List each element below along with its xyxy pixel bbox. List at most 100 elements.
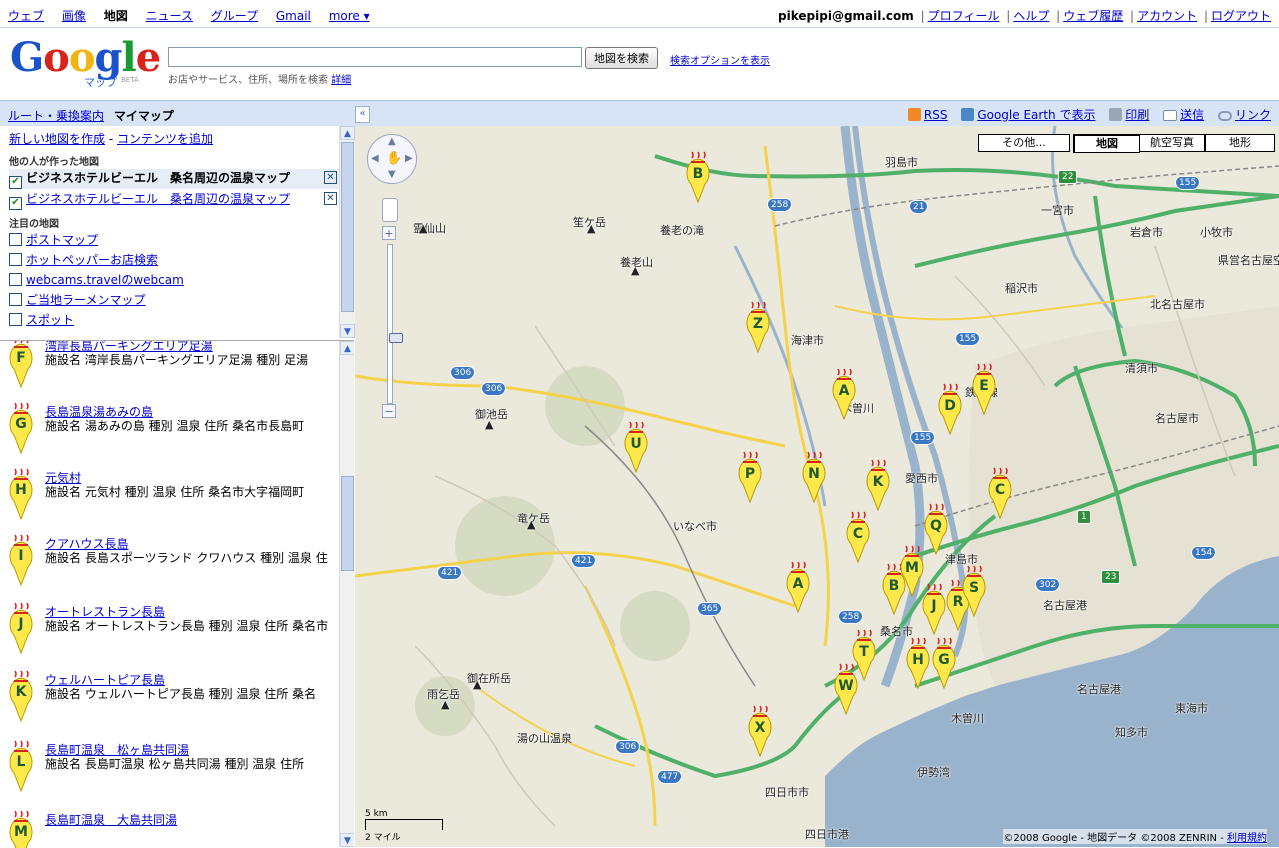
pan-right-icon[interactable]: ▶	[405, 153, 413, 164]
pan-left-icon[interactable]: ◀	[371, 153, 379, 164]
maptype-terrain-button[interactable]: 地形	[1205, 134, 1275, 152]
scroll-up-arrow[interactable]: ▲	[340, 126, 355, 140]
google-earth-tool[interactable]: Google Earth で表示	[961, 108, 1095, 122]
add-content-link[interactable]: コンテンツを追加	[117, 132, 213, 146]
hot-spring-pin[interactable]: W	[833, 656, 859, 716]
terms-link[interactable]: 利用規約	[1227, 833, 1267, 844]
web-history-link[interactable]: ウェブ履歴	[1063, 9, 1123, 23]
hand-icon[interactable]: ✋	[386, 151, 402, 166]
map-checkbox[interactable]	[9, 293, 22, 306]
map-checkbox[interactable]	[9, 233, 22, 246]
hot-spring-pin[interactable]: E	[971, 356, 997, 416]
others-map-title[interactable]: ビジネスホテルビーエル 桑名周辺の温泉マップ	[26, 171, 290, 185]
account-link[interactable]: アカウント	[1137, 9, 1197, 23]
hot-spring-pin[interactable]: N	[801, 444, 827, 504]
map-canvas[interactable]: その他... 地図 航空写真 地形 ▲ ▼ ◀ ▶ ✋ + − 羽島市 一宮市 岩倉…	[355, 126, 1279, 847]
rss-tool[interactable]: RSS	[907, 108, 948, 122]
google-maps-logo[interactable]: Google マップ BETA	[8, 34, 163, 90]
hot-spring-marker-icon[interactable]: J	[8, 595, 34, 655]
tab-route[interactable]: ルート・乗換案内	[8, 109, 104, 123]
nav-more[interactable]: more ▾	[329, 9, 370, 23]
link-tool[interactable]: リンク	[1217, 108, 1271, 122]
nav-web[interactable]: ウェブ	[8, 9, 44, 23]
featured-map-row[interactable]: スポット	[9, 311, 74, 328]
hot-spring-pin[interactable]: Q	[923, 496, 949, 556]
nav-gmail[interactable]: Gmail	[276, 9, 311, 23]
send-tool[interactable]: 送信	[1163, 108, 1204, 122]
hot-spring-pin[interactable]: J	[921, 576, 947, 636]
list-item[interactable]: H 元気村 施設名 元気村 種別 温泉 住所 桑名市大字福岡町	[0, 461, 340, 531]
hot-spring-pin[interactable]: U	[623, 414, 649, 474]
map-checkbox[interactable]: ✔	[9, 197, 22, 210]
hot-spring-pin[interactable]: S	[961, 558, 987, 618]
zoom-out-button[interactable]: −	[382, 404, 396, 418]
panel-scrollbar[interactable]: ▲ ▼	[339, 126, 355, 338]
list-item[interactable]: F 湾岸長島パーキングエリア足湯 施設名 湾岸長島パーキングエリア足湯 種別 足湯	[0, 340, 340, 399]
hot-spring-pin[interactable]: P	[737, 444, 763, 504]
tab-mymap[interactable]: マイマップ	[114, 109, 174, 123]
collapse-sidebar-button[interactable]: «	[355, 106, 370, 123]
hot-spring-pin[interactable]: A	[831, 361, 857, 421]
search-hint-detail-link[interactable]: 詳細	[331, 75, 351, 86]
nav-news[interactable]: ニュース	[146, 9, 193, 23]
hot-spring-pin[interactable]: G	[931, 630, 957, 690]
hot-spring-pin[interactable]: C	[987, 460, 1013, 520]
search-options-link[interactable]: 検索オプションを表示	[670, 52, 770, 67]
remove-map-button[interactable]: ✕	[324, 171, 337, 184]
hot-spring-marker-icon[interactable]: I	[8, 527, 34, 587]
map-checkbox[interactable]	[9, 273, 22, 286]
list-item[interactable]: K ウェルハートピア長島 施設名 ウェルハートピア長島 種別 温泉 住所 桑名	[0, 663, 340, 733]
zoom-control[interactable]: + −	[382, 226, 403, 424]
pan-down-icon[interactable]: ▼	[388, 169, 396, 180]
scroll-down-arrow[interactable]: ▼	[340, 324, 355, 338]
featured-map-row[interactable]: ポストマップ	[9, 231, 98, 248]
pegman-icon[interactable]	[382, 198, 398, 222]
featured-map-row[interactable]: ホットペッパーお店検索	[9, 251, 158, 268]
hot-spring-pin[interactable]: X	[747, 698, 773, 758]
others-map-title[interactable]: ビジネスホテルビーエル 桑名周辺の温泉マップ	[26, 192, 290, 206]
scroll-up-arrow[interactable]: ▲	[340, 341, 354, 355]
map-checkbox[interactable]: ✔	[9, 176, 22, 189]
profile-link[interactable]: プロフィール	[928, 9, 1000, 23]
list-item[interactable]: J オートレストラン長島 施設名 オートレストラン長島 種別 温泉 住所 桑名市	[0, 595, 340, 665]
zoom-slider-handle[interactable]	[389, 333, 403, 343]
zoom-in-button[interactable]: +	[382, 226, 396, 240]
hot-spring-pin[interactable]: H	[905, 630, 931, 690]
remove-map-button[interactable]: ✕	[324, 192, 337, 205]
scroll-down-arrow[interactable]: ▼	[340, 833, 354, 847]
nav-images[interactable]: 画像	[62, 9, 86, 23]
hot-spring-pin[interactable]: K	[865, 452, 891, 512]
pan-control[interactable]: ▲ ▼ ◀ ▶ ✋	[367, 134, 417, 184]
logout-link[interactable]: ログアウト	[1211, 9, 1271, 23]
hot-spring-pin[interactable]: C	[845, 504, 871, 564]
featured-map-row[interactable]: webcams.travelのwebcam	[9, 271, 184, 288]
hot-spring-pin[interactable]: B	[685, 144, 711, 204]
print-tool[interactable]: 印刷	[1109, 108, 1149, 122]
search-input[interactable]	[168, 47, 582, 67]
hot-spring-marker-icon[interactable]: H	[8, 461, 34, 521]
scroll-thumb[interactable]	[341, 142, 354, 312]
featured-map-row[interactable]: ご当地ラーメンマップ	[9, 291, 146, 308]
list-item-title[interactable]: 長島町温泉 大島共同湯	[45, 811, 177, 828]
hot-spring-marker-icon[interactable]: G	[8, 395, 34, 455]
map-checkbox[interactable]	[9, 253, 22, 266]
others-map-row[interactable]: ✔ ビジネスホテルビーエル 桑名周辺の温泉マップ	[9, 169, 345, 189]
maptype-more-button[interactable]: その他...	[978, 134, 1070, 152]
maptype-satellite-button[interactable]: 航空写真	[1139, 134, 1205, 152]
list-scrollbar[interactable]: ▲ ▼	[339, 341, 354, 847]
list-item[interactable]: L 長島町温泉 松ヶ島共同湯 施設名 長島町温泉 松ヶ島共同湯 種別 温泉 住所	[0, 733, 340, 803]
list-item[interactable]: I クアハウス長島 施設名 長島スポーツランド クワハウス 種別 温泉 住	[0, 527, 340, 597]
create-new-map-link[interactable]: 新しい地図を作成	[9, 132, 105, 146]
maptype-map-button[interactable]: 地図	[1073, 134, 1140, 153]
search-maps-button[interactable]: 地図を検索	[585, 47, 658, 69]
list-item[interactable]: G 長島温泉湯あみの島 施設名 湯あみの島 種別 温泉 住所 桑名市長島町	[0, 395, 340, 465]
list-item[interactable]: M 長島町温泉 大島共同湯	[0, 803, 340, 848]
scroll-thumb[interactable]	[341, 476, 354, 571]
pan-up-icon[interactable]: ▲	[388, 136, 396, 147]
map-checkbox[interactable]	[9, 313, 22, 326]
hot-spring-marker-icon[interactable]: F	[8, 340, 34, 389]
hot-spring-pin[interactable]: Z	[745, 294, 771, 354]
hot-spring-marker-icon[interactable]: L	[8, 733, 34, 793]
hot-spring-marker-icon[interactable]: M	[8, 803, 34, 848]
zoom-track[interactable]	[387, 244, 403, 404]
